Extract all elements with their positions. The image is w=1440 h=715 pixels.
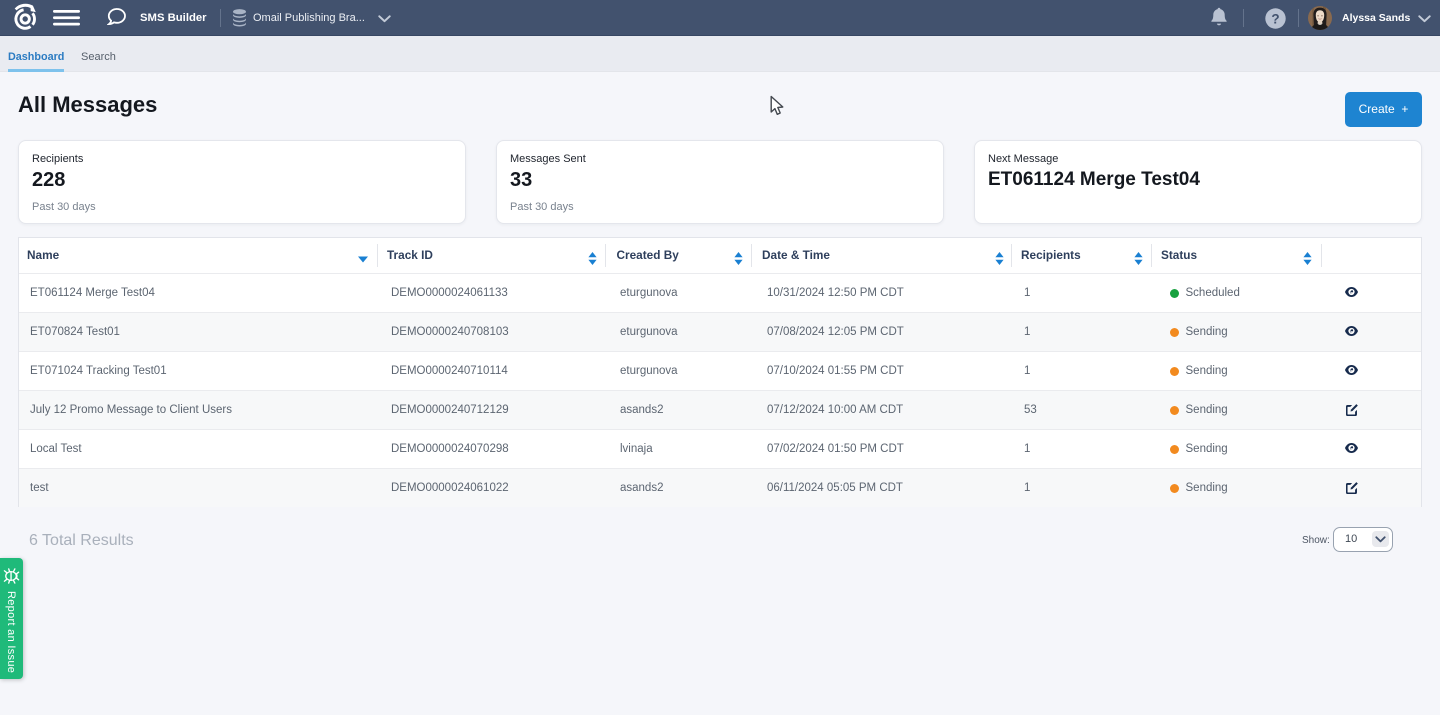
- svg-text:?: ?: [1271, 11, 1279, 26]
